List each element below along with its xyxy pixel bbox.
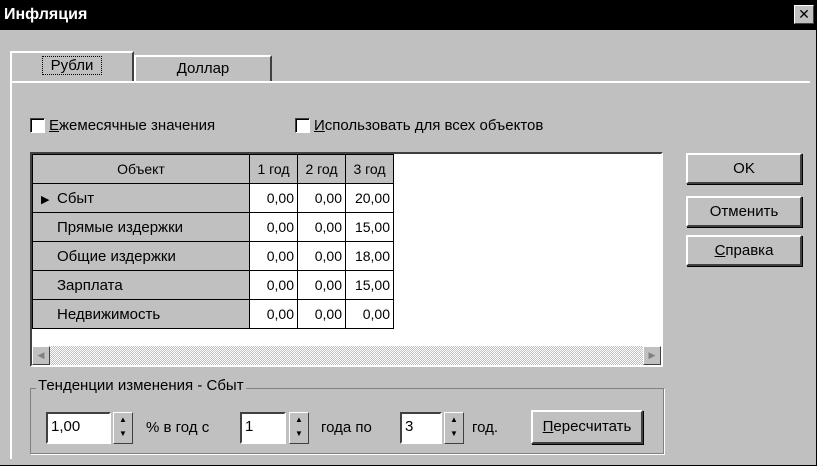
- use-for-all-objects-label: Использовать для всех объектов: [314, 117, 544, 134]
- tab-dollar[interactable]: Доллар: [134, 55, 272, 81]
- column-header-year1[interactable]: 1 год: [249, 154, 298, 184]
- monthly-values-box[interactable]: [30, 118, 45, 133]
- cell[interactable]: 0,00: [297, 241, 346, 271]
- help-button[interactable]: Справка: [686, 235, 802, 266]
- close-button[interactable]: ✕: [794, 5, 814, 24]
- from-year-suffix-label: года по: [321, 419, 372, 436]
- recalculate-button[interactable]: Пересчитать: [531, 410, 643, 444]
- spin-down-icon[interactable]: ▼: [445, 427, 463, 441]
- title-bar[interactable]: Инфляция ✕: [0, 0, 816, 30]
- scroll-left-arrow-icon[interactable]: ◀: [32, 346, 50, 365]
- row-header[interactable]: Недвижимость: [32, 299, 250, 329]
- cell[interactable]: 0,00: [297, 270, 346, 300]
- scroll-right-arrow-icon[interactable]: ▶: [643, 346, 661, 365]
- cell[interactable]: 18,00: [345, 241, 394, 271]
- spin-down-icon[interactable]: ▼: [290, 427, 308, 441]
- to-year-suffix-label: год.: [472, 419, 499, 436]
- grid-header-row: Объект 1 год 2 год 3 год: [32, 154, 394, 184]
- use-for-all-objects-box[interactable]: [295, 118, 310, 133]
- cell[interactable]: 0,00: [249, 270, 298, 300]
- spin-up-icon[interactable]: ▲: [445, 413, 463, 427]
- rate-input[interactable]: 1,00: [46, 412, 111, 444]
- from-year-input[interactable]: 1: [240, 412, 286, 444]
- to-year-spinner[interactable]: ▲ ▼: [444, 412, 464, 444]
- tab-dollar-label: Доллар: [176, 60, 230, 77]
- cell[interactable]: 0,00: [249, 212, 298, 242]
- row-header[interactable]: Общие издержки: [32, 241, 250, 271]
- cell[interactable]: 20,00: [345, 183, 394, 213]
- row-header[interactable]: Зарплата: [32, 270, 250, 300]
- cell[interactable]: 15,00: [345, 270, 394, 300]
- use-for-all-objects-checkbox[interactable]: Использовать для всех объектов: [295, 117, 543, 134]
- cell[interactable]: 0,00: [249, 299, 298, 329]
- table-row[interactable]: Прямые издержки 0,00 0,00 15,00: [32, 212, 394, 242]
- horizontal-scrollbar[interactable]: ◀ ▶: [32, 346, 661, 365]
- trend-group-label: Тенденции изменения - Сбыт: [36, 377, 246, 394]
- column-header-year2[interactable]: 2 год: [297, 154, 346, 184]
- spin-up-icon[interactable]: ▲: [114, 413, 132, 427]
- monthly-values-checkbox[interactable]: Ежемесячные значения: [30, 117, 215, 134]
- monthly-values-label: Ежемесячные значения: [49, 117, 216, 134]
- inflation-grid[interactable]: Объект 1 год 2 год 3 год ▶ Сбыт 0,00 0,00…: [30, 152, 663, 367]
- cell[interactable]: 0,00: [249, 183, 298, 213]
- percent-per-year-label: % в год с: [146, 419, 210, 436]
- close-icon: ✕: [798, 6, 810, 22]
- cell[interactable]: 0,00: [297, 299, 346, 329]
- table-row[interactable]: Общие издержки 0,00 0,00 18,00: [32, 241, 394, 271]
- row-header[interactable]: Прямые издержки: [32, 212, 250, 242]
- cell[interactable]: 0,00: [345, 299, 394, 329]
- cell[interactable]: 0,00: [249, 241, 298, 271]
- column-header-object[interactable]: Объект: [32, 154, 250, 184]
- row-header[interactable]: ▶ Сбыт: [32, 183, 250, 213]
- tab-rubles[interactable]: Рубли: [10, 51, 134, 81]
- cell[interactable]: 15,00: [345, 212, 394, 242]
- window-title: Инфляция: [4, 6, 88, 23]
- from-year-spinner[interactable]: ▲ ▼: [289, 412, 309, 444]
- cell[interactable]: 0,00: [297, 183, 346, 213]
- cancel-button[interactable]: Отменить: [686, 196, 802, 227]
- table-row[interactable]: Недвижимость 0,00 0,00 0,00: [32, 299, 394, 329]
- current-row-indicator-icon: ▶: [41, 193, 50, 206]
- spin-up-icon[interactable]: ▲: [290, 413, 308, 427]
- to-year-input[interactable]: 3: [400, 412, 442, 444]
- cell[interactable]: 0,00: [297, 212, 346, 242]
- ok-button[interactable]: OK: [686, 153, 802, 184]
- rate-spinner[interactable]: ▲ ▼: [113, 412, 133, 444]
- spin-down-icon[interactable]: ▼: [114, 427, 132, 441]
- inflation-dialog: Инфляция ✕ Рубли Доллар Ежемесячные знач…: [0, 0, 817, 466]
- table-row[interactable]: Зарплата 0,00 0,00 15,00: [32, 270, 394, 300]
- tab-rubles-label: Рубли: [41, 56, 103, 75]
- column-header-year3[interactable]: 3 год: [345, 154, 394, 184]
- table-row[interactable]: ▶ Сбыт 0,00 0,00 20,00: [32, 183, 394, 213]
- grid-table: Объект 1 год 2 год 3 год ▶ Сбыт 0,00 0,00…: [32, 154, 394, 329]
